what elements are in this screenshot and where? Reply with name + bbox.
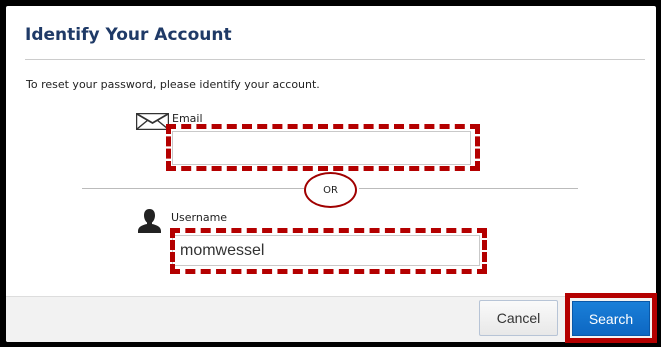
instructions-text: To reset your password, please identify … [26, 78, 320, 91]
identify-account-dialog: Identify Your Account To reset your pass… [6, 6, 656, 342]
title-divider [25, 59, 645, 60]
or-text: OR [323, 184, 338, 196]
envelope-icon [136, 113, 169, 130]
username-field[interactable] [172, 235, 480, 266]
or-divider-right [359, 188, 578, 189]
email-label: Email [172, 112, 203, 125]
username-label: Username [171, 211, 228, 224]
user-icon [138, 209, 161, 233]
search-button[interactable]: Search [572, 301, 650, 336]
cancel-button[interactable]: Cancel [479, 300, 558, 336]
dialog-footer [6, 296, 656, 342]
email-field[interactable] [172, 131, 471, 165]
dialog-title: Identify Your Account [25, 25, 232, 45]
or-separator: OR [304, 172, 357, 208]
or-divider-left [82, 188, 304, 189]
